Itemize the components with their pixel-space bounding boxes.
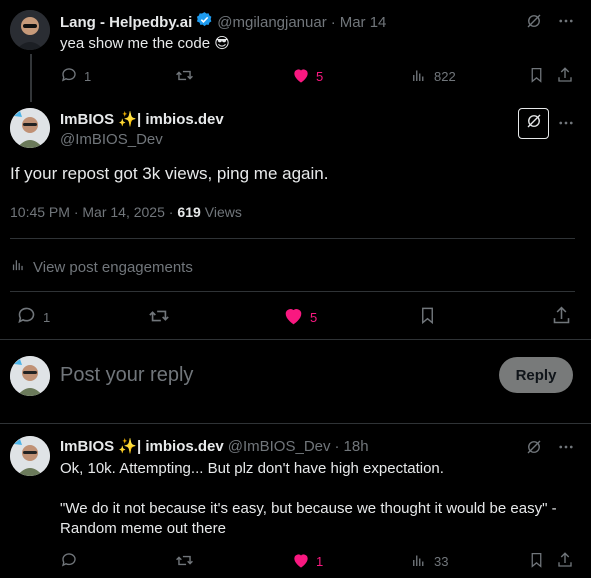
main-like-button[interactable]: 5 [283, 305, 317, 329]
main-repost-button[interactable] [148, 305, 170, 330]
repost-icon [148, 305, 170, 330]
more-icon[interactable] [557, 438, 575, 461]
parent-handle[interactable]: @mgilangjanuar [217, 14, 326, 31]
parent-display-name[interactable]: Lang - Helpedby.ai [60, 14, 192, 31]
main-reply-button[interactable]: 1 [16, 305, 50, 329]
reply-repost-button[interactable] [175, 551, 194, 573]
thread-line [30, 54, 32, 102]
main-display-name[interactable]: ImBIOS ✨| imbios.dev [60, 110, 224, 128]
reply-avatar[interactable] [10, 436, 50, 476]
parent-bookmark-button[interactable] [528, 66, 545, 87]
analytics-icon [410, 66, 428, 87]
main-author: ImBIOS ✨| imbios.dev @ImBIOS_Dev [60, 110, 224, 148]
divider [10, 291, 575, 292]
share-icon [551, 305, 572, 329]
reply-icon [16, 305, 37, 329]
bookmark-icon [418, 305, 437, 329]
main-grok-button[interactable] [518, 108, 549, 139]
divider [0, 339, 591, 340]
repost-icon [175, 66, 194, 88]
grok-icon[interactable] [525, 12, 543, 35]
bookmark-icon [528, 551, 545, 572]
reply-input[interactable]: Post your reply [60, 364, 193, 387]
grok-icon[interactable] [525, 438, 543, 461]
parent-views-button[interactable]: 822 [410, 66, 456, 87]
reply-bookmark-button[interactable] [528, 551, 545, 572]
share-icon [556, 66, 574, 87]
parent-text: yea show me the code 😎 [60, 35, 230, 52]
main-avatar[interactable] [10, 108, 50, 148]
reply-date[interactable]: 18h [344, 438, 369, 455]
reply-header: ImBIOS ✨| imbios.dev @ImBIOS_Dev · 18h [60, 437, 369, 456]
divider [10, 238, 575, 239]
reply-icon [60, 551, 78, 572]
verified-badge-icon [196, 11, 213, 33]
reply-like-button[interactable]: 1 [292, 551, 323, 572]
parent-repost-button[interactable] [175, 66, 194, 88]
reply-views-button[interactable]: 33 [410, 551, 448, 572]
reply-display-name[interactable]: ImBIOS ✨| imbios.dev [60, 437, 224, 455]
main-share-button[interactable] [551, 305, 572, 329]
reply-share-button[interactable] [556, 551, 574, 572]
main-timestamp[interactable]: 10:45 PM · Mar 14, 2025 · [10, 204, 173, 220]
main-view-count: 619 [177, 204, 201, 220]
repost-icon [175, 551, 194, 573]
share-icon [556, 551, 574, 572]
heart-icon [292, 66, 310, 87]
parent-date[interactable]: Mar 14 [340, 14, 387, 31]
main-views-label: Views [204, 204, 242, 220]
more-icon[interactable] [557, 12, 575, 35]
main-handle[interactable]: @ImBIOS_Dev [60, 131, 224, 148]
divider [0, 423, 591, 424]
parent-avatar[interactable] [10, 10, 50, 50]
main-text: If your repost got 3k views, ping me aga… [10, 164, 329, 183]
reply-button[interactable]: Reply [499, 357, 573, 393]
reply-top-actions [525, 438, 575, 461]
reply-icon [60, 66, 78, 87]
analytics-icon [10, 256, 27, 278]
reply-reply-button[interactable] [60, 551, 78, 572]
reply-handle[interactable]: @ImBIOS_Dev [228, 438, 331, 455]
view-engagements-link[interactable]: View post engagements [10, 256, 193, 278]
main-more-icon[interactable] [557, 114, 575, 137]
parent-share-button[interactable] [556, 66, 574, 87]
grok-icon [525, 112, 543, 135]
compose-avatar[interactable] [10, 356, 50, 396]
heart-icon [283, 305, 304, 329]
parent-like-button[interactable]: 5 [292, 66, 323, 87]
bookmark-icon [528, 66, 545, 87]
analytics-icon [410, 551, 428, 572]
parent-header: Lang - Helpedby.ai @mgilangjanuar · Mar … [60, 11, 386, 33]
parent-reply-button[interactable]: 1 [60, 66, 91, 87]
reply-text: Ok, 10k. Attempting... But plz don't hav… [60, 460, 557, 537]
parent-top-actions [525, 12, 575, 35]
main-meta: 10:45 PM · Mar 14, 2025 · 619 Views [10, 204, 242, 220]
heart-icon [292, 551, 310, 572]
main-bookmark-button[interactable] [418, 305, 437, 329]
